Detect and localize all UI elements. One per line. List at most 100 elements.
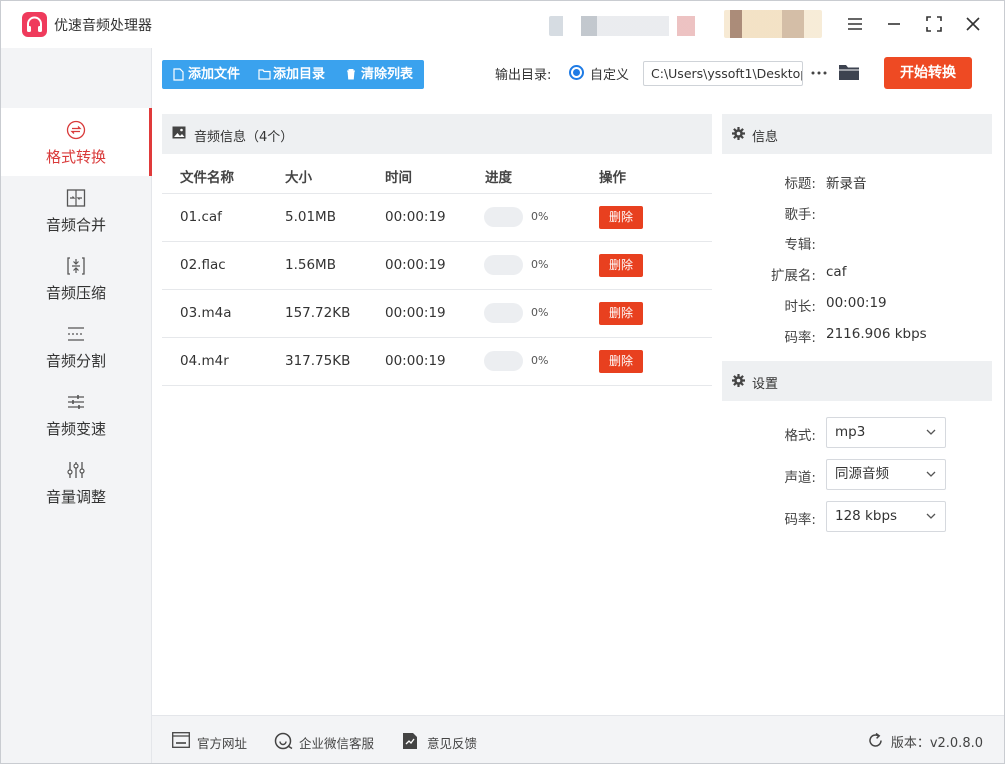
channel-select[interactable]: 同源音频 [826,459,946,490]
format-select[interactable]: mp3 [826,417,946,448]
sidebar-item-compress[interactable]: 音频压缩 [0,244,152,312]
chat-bubble-icon [274,732,293,750]
clear-list-button[interactable]: 清除列表 [346,60,420,89]
app-title: 优速音频处理器 [54,18,152,34]
file-toolbar: 添加文件 添加目录 清除列表 [162,60,424,89]
delete-button[interactable]: 删除 [599,302,643,325]
split-icon [66,324,86,344]
progress-percent: 0% [531,210,549,223]
file-time-cell: 00:00:19 [385,353,446,369]
settings-section-header: 设置 [722,361,992,401]
blurred-user-avatar[interactable] [724,10,822,38]
column-header-time: 时间 [385,170,412,186]
sidebar-item-label: 音频分割 [45,352,106,370]
album-label: 专辑: [784,237,816,253]
blurred-account-info [549,16,709,36]
gear-icon [732,127,745,140]
progress-bar [484,303,523,323]
more-options-icon[interactable] [810,66,828,80]
file-time-cell: 00:00:19 [385,209,446,225]
add-folder-label: 添加目录 [273,67,326,82]
column-header-action: 操作 [599,170,626,186]
bitrate-info-label: 码率: [784,330,816,346]
custom-dir-radio[interactable] [569,65,584,80]
delete-button[interactable]: 删除 [599,350,643,373]
progress-bar [484,207,523,227]
delete-button[interactable]: 删除 [599,206,643,229]
table-row[interactable]: 03.m4a 157.72KB 00:00:19 0% 删除 [162,289,712,337]
file-name-cell: 01.caf [180,209,222,225]
menu-icon[interactable] [843,12,867,36]
title-label: 标题: [784,176,816,192]
progress-percent: 0% [531,354,549,367]
start-convert-button[interactable]: 开始转换 [884,57,972,89]
wechat-support-label: 企业微信客服 [299,736,375,751]
column-header-name: 文件名称 [180,170,234,186]
file-size-cell: 317.75KB [285,353,351,369]
sidebar-item-label: 音量调整 [45,488,106,506]
format-label: 格式: [784,428,816,444]
output-path-input[interactable]: C:\Users\yssoft1\Desktop [643,61,803,86]
column-header-progress: 进度 [485,170,512,186]
extension-label: 扩展名: [770,268,816,284]
refresh-icon [869,732,882,747]
sidebar-item-label: 音频压缩 [45,284,106,302]
sidebar-item-merge[interactable]: 音频合并 [0,176,152,244]
title-value: 新录音 [826,176,867,192]
add-folder-button[interactable]: 添加目录 [258,60,332,89]
format-select-value: mp3 [835,424,866,440]
trash-icon [347,69,355,80]
convert-icon [66,120,86,140]
add-file-button[interactable]: 添加文件 [173,60,245,89]
sidebar-item-label: 格式转换 [45,148,106,166]
image-icon [172,126,186,139]
file-name-cell: 03.m4a [180,305,232,321]
folder-outline-icon [258,69,271,80]
artist-label: 歌手: [784,207,816,223]
sidebar-item-split[interactable]: 音频分割 [0,312,152,380]
list-divider [162,385,712,386]
table-row[interactable]: 02.flac 1.56MB 00:00:19 0% 删除 [162,241,712,289]
sidebar-item-speed[interactable]: 音频变速 [0,380,152,448]
audio-list-panel: 音频信息（4个） 文件名称 大小 时间 进度 操作 01.caf 5.01MB … [162,114,712,704]
app-logo-icon [22,12,47,37]
file-size-cell: 5.01MB [285,209,336,225]
settings-section-title: 设置 [752,377,779,392]
feedback-label: 意见反馈 [427,736,478,751]
merge-icon [66,188,86,208]
compress-icon [66,256,86,276]
bitrate-info-value: 2116.906 kbps [826,326,927,342]
progress-bar [484,255,523,275]
feedback-icon [403,733,417,749]
footer: 官方网址 企业微信客服 意见反馈 版本：v2.0.8.0 [152,715,1005,764]
gear-icon [732,374,745,387]
sidebar-item-format-convert[interactable]: 格式转换 [0,108,152,176]
bitrate-select[interactable]: 128 kbps [826,501,946,532]
sidebar-item-volume[interactable]: 音量调整 [0,448,152,516]
extension-value: caf [826,264,847,280]
minimize-icon[interactable] [882,12,906,36]
table-row[interactable]: 04.m4r 317.75KB 00:00:19 0% 删除 [162,337,712,385]
maximize-icon[interactable] [922,12,946,36]
clear-list-label: 清除列表 [361,67,414,82]
version-info[interactable]: 版本：v2.0.8.0 [869,732,983,751]
chevron-down-icon [926,471,936,477]
delete-button[interactable]: 删除 [599,254,643,277]
website-icon [172,732,190,748]
bitrate-label: 码率: [784,512,816,528]
title-bar: 优速音频处理器 [0,0,1005,48]
sidebar-item-label: 音频变速 [45,420,106,438]
chevron-down-icon [926,513,936,519]
website-label: 官方网址 [197,736,248,751]
table-row[interactable]: 01.caf 5.01MB 00:00:19 0% 删除 [162,193,712,241]
custom-dir-label[interactable]: 自定义 [590,64,629,83]
open-folder-icon[interactable] [838,62,860,82]
volume-icon [66,460,86,480]
output-dir-label: 输出目录: [495,68,552,83]
file-size-cell: 1.56MB [285,257,336,273]
file-size-cell: 157.72KB [285,305,351,321]
add-file-label: 添加文件 [188,67,241,82]
info-panel: 信息 标题: 新录音 歌手: 专辑: 扩展名: caf 时长: 00:00:19… [722,114,992,704]
close-icon[interactable] [961,12,985,36]
duration-value: 00:00:19 [826,295,887,311]
